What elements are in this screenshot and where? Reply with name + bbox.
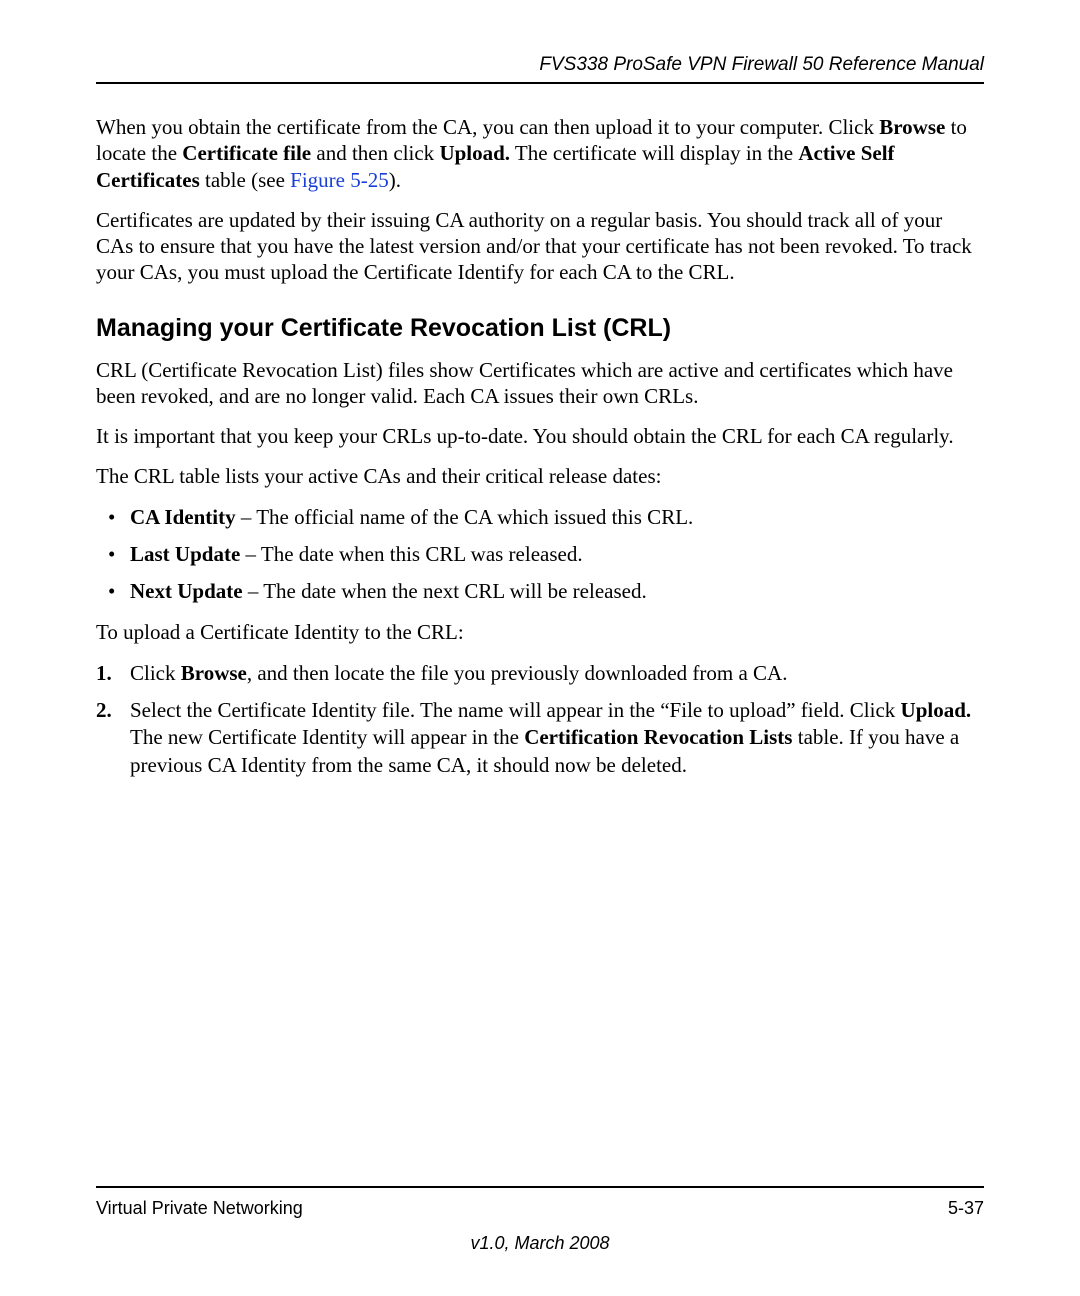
figure-link[interactable]: Figure 5-25: [290, 168, 389, 192]
bullet-list: CA Identity – The official name of the C…: [96, 504, 984, 606]
page-footer: Virtual Private Networking 5-37 v1.0, Ma…: [96, 1186, 984, 1254]
list-item: Last Update – The date when this CRL was…: [96, 541, 984, 568]
running-header: FVS338 ProSafe VPN Firewall 50 Reference…: [96, 54, 984, 82]
footer-row: Virtual Private Networking 5-37: [96, 1198, 984, 1219]
header-rule: [96, 82, 984, 84]
text: , and then locate the file you previousl…: [247, 661, 788, 685]
footer-rule: [96, 1186, 984, 1188]
bold-crl-table: Certification Revocation Lists: [524, 725, 792, 749]
ordered-steps: Click Browse, and then locate the file y…: [96, 660, 984, 779]
text: table (see: [200, 168, 290, 192]
paragraph-3: CRL (Certificate Revocation List) files …: [96, 357, 984, 410]
text: and then click: [311, 141, 439, 165]
bold-upload: Upload.: [439, 141, 510, 165]
term: Next Update: [130, 579, 243, 603]
text: Select the Certificate Identity file. Th…: [130, 698, 901, 722]
page: FVS338 ProSafe VPN Firewall 50 Reference…: [0, 0, 1080, 1296]
term: Last Update: [130, 542, 240, 566]
bold-cert-file: Certificate file: [182, 141, 311, 165]
text: Click: [130, 661, 181, 685]
desc: – The date when the next CRL will be rel…: [243, 579, 647, 603]
text: ).: [389, 168, 401, 192]
paragraph-4: It is important that you keep your CRLs …: [96, 423, 984, 449]
footer-section: Virtual Private Networking: [96, 1198, 303, 1219]
list-item: CA Identity – The official name of the C…: [96, 504, 984, 531]
bold-browse: Browse: [181, 661, 247, 685]
step-item: Click Browse, and then locate the file y…: [96, 660, 984, 687]
bold-browse: Browse: [879, 115, 945, 139]
text: The certificate will display in the: [510, 141, 798, 165]
paragraph-1: When you obtain the certificate from the…: [96, 114, 984, 193]
list-item: Next Update – The date when the next CRL…: [96, 578, 984, 605]
paragraph-5: The CRL table lists your active CAs and …: [96, 463, 984, 489]
text: When you obtain the certificate from the…: [96, 115, 879, 139]
desc: – The official name of the CA which issu…: [236, 505, 694, 529]
footer-version: v1.0, March 2008: [96, 1233, 984, 1254]
step-item: Select the Certificate Identity file. Th…: [96, 697, 984, 779]
text: The new Certificate Identity will appear…: [130, 725, 524, 749]
footer-page-number: 5-37: [948, 1198, 984, 1219]
bold-upload: Upload.: [901, 698, 972, 722]
desc: – The date when this CRL was released.: [240, 542, 582, 566]
term: CA Identity: [130, 505, 236, 529]
paragraph-2: Certificates are updated by their issuin…: [96, 207, 984, 286]
section-heading: Managing your Certificate Revocation Lis…: [96, 314, 984, 343]
paragraph-6: To upload a Certificate Identity to the …: [96, 619, 984, 645]
